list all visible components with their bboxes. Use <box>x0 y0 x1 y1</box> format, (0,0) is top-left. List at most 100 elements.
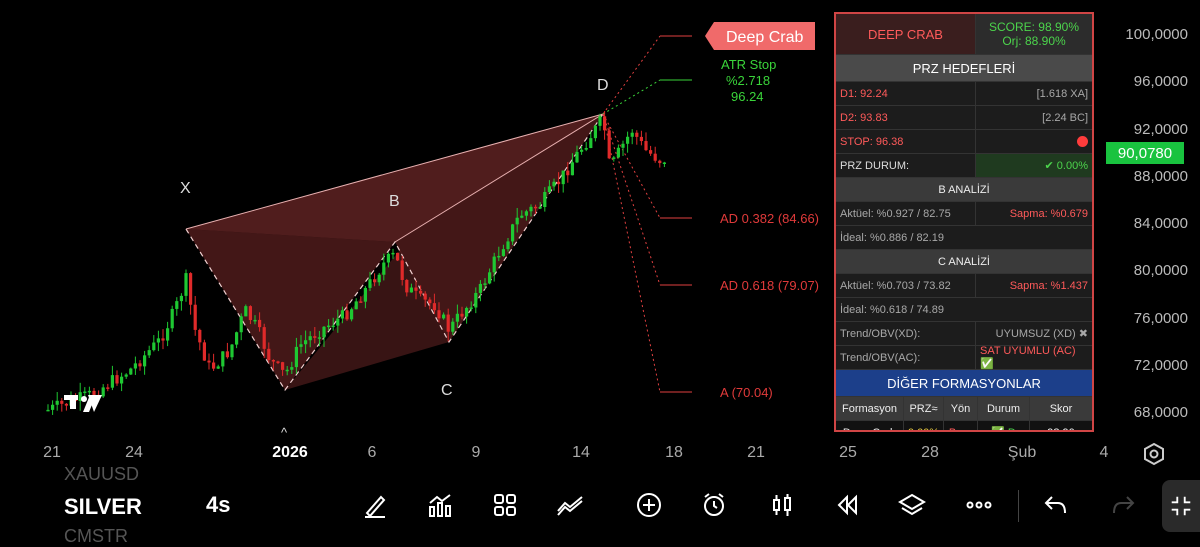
interval-button[interactable]: 4s <box>206 492 230 518</box>
compare-icon[interactable] <box>555 490 585 520</box>
layout-grid-icon[interactable] <box>490 490 520 520</box>
candle-body <box>373 279 377 283</box>
b-analysis-header: B ANALİZİ <box>836 178 1092 201</box>
d1-ratio: [1.618 XA] <box>1036 87 1088 100</box>
layers-icon[interactable] <box>897 490 927 520</box>
candle-body <box>478 283 482 293</box>
ad382-projection-line <box>602 113 661 219</box>
candle-body <box>87 390 91 393</box>
row-skor: 98.90 <box>1030 421 1092 431</box>
candle-body <box>340 310 344 319</box>
candle-body <box>110 375 114 388</box>
candle-body <box>184 273 188 296</box>
b-actual: Aktüel: %0.927 / 82.75 <box>836 202 976 225</box>
candle-body <box>612 157 616 159</box>
candle-body <box>446 314 450 332</box>
candle-body <box>253 319 257 322</box>
candle-body <box>350 309 354 320</box>
candle-body <box>538 207 542 209</box>
d2-target: D2: 93.83 <box>836 106 976 129</box>
candle-body <box>492 256 496 273</box>
pattern-info-panel: DEEP CRAB SCORE: 98.90% Orj: 88.90% PRZ … <box>834 12 1094 432</box>
undo-icon[interactable] <box>1041 490 1071 520</box>
candle-body <box>543 192 547 208</box>
candle-body <box>267 348 271 361</box>
alarm-icon[interactable] <box>699 490 729 520</box>
candle-body <box>432 303 436 311</box>
col-prz: PRZ≈ <box>904 397 944 420</box>
candle-body <box>230 344 234 358</box>
time-tick: 24 <box>125 444 143 461</box>
candle-body <box>626 136 630 144</box>
symbol-next[interactable]: CMSTR <box>64 526 128 547</box>
candle-body <box>147 350 151 356</box>
c-analysis-header: C ANALİZİ <box>836 250 1092 273</box>
candle-body <box>244 306 248 317</box>
replay-icon[interactable] <box>832 490 862 520</box>
candle-body <box>547 186 551 193</box>
time-tick: 6 <box>367 444 377 461</box>
draw-pen-icon[interactable] <box>360 490 390 520</box>
candle-body <box>294 346 298 368</box>
candle-body <box>396 252 400 261</box>
more-icon[interactable] <box>964 490 994 520</box>
candle-body <box>345 310 349 320</box>
candle-body <box>662 162 666 164</box>
candle-body <box>520 215 524 218</box>
deep-crab-tag[interactable]: Deep Crab <box>705 22 815 50</box>
candle-body <box>524 211 528 216</box>
candle-body <box>575 151 579 163</box>
candle-body <box>152 342 156 351</box>
indicators-icon[interactable] <box>425 490 455 520</box>
candle-body <box>290 367 294 370</box>
symbol-switcher[interactable]: XAUUSD SILVER CMSTR <box>0 464 180 546</box>
stop-target: STOP: 96.38 <box>836 130 976 153</box>
candle-body <box>649 150 653 154</box>
candle-body <box>179 295 183 302</box>
candle-body <box>437 310 441 319</box>
candle-body <box>584 148 588 150</box>
row-prz: 0.00% <box>904 421 944 430</box>
candle-body <box>193 304 197 330</box>
candle-type-icon[interactable] <box>767 490 797 520</box>
d2-ratio: [2.24 BC] <box>1042 111 1088 124</box>
candle-body <box>570 162 574 176</box>
point-c-label: C <box>441 382 453 399</box>
candle-body <box>580 149 584 152</box>
svg-text:Deep Crab: Deep Crab <box>726 29 803 46</box>
price-tick: 92,0000 <box>1133 121 1188 138</box>
symbol-prev[interactable]: XAUUSD <box>64 464 139 485</box>
chart-settings-icon[interactable] <box>1142 442 1166 466</box>
candle-body <box>322 326 326 338</box>
table-row[interactable]: Deep Crab 0.00% Bear ✅ D 98.90 <box>836 421 1092 431</box>
symbol-current[interactable]: SILVER <box>64 494 142 520</box>
candle-body <box>92 390 96 395</box>
current-price-tag: 90,0780 <box>1106 142 1184 164</box>
candle-body <box>359 301 363 303</box>
col-skor: Skor <box>1049 402 1073 415</box>
redo-icon[interactable] <box>1108 490 1138 520</box>
row-yon: Bear <box>944 421 978 430</box>
candle-body <box>501 249 505 256</box>
candle-body <box>460 313 464 317</box>
stop-dot-icon <box>1077 136 1088 147</box>
point-d-label: D <box>597 77 609 94</box>
fullscreen-icon[interactable] <box>1162 480 1200 532</box>
candle-body <box>138 363 142 367</box>
candle-body <box>483 283 487 285</box>
candle-body <box>423 293 427 300</box>
candle-body <box>317 337 321 339</box>
candle-body <box>635 132 639 137</box>
candle-body <box>515 217 519 225</box>
candle-body <box>64 403 68 406</box>
candle-body <box>248 306 252 321</box>
candle-body <box>258 319 262 328</box>
candle-body <box>409 287 413 293</box>
add-icon[interactable] <box>634 490 664 520</box>
candle-body <box>156 338 160 343</box>
candle-body <box>225 351 229 358</box>
candle-body <box>133 363 137 369</box>
toolbar-divider <box>1018 490 1019 522</box>
time-tick: 14 <box>572 444 590 461</box>
candle-body <box>336 318 340 326</box>
